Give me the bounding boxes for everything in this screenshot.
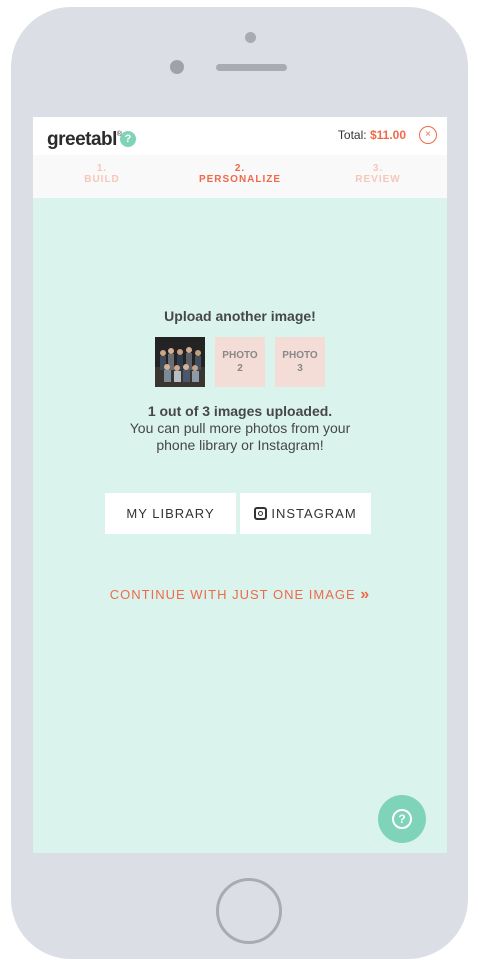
help-icon[interactable]: ? <box>120 131 136 147</box>
sensor-lens <box>170 60 184 74</box>
continue-one-image-link[interactable]: CONTINUE WITH JUST ONE IMAGE » <box>33 586 447 604</box>
upload-count: 1 out of 3 images uploaded. <box>147 403 333 419</box>
instagram-icon <box>254 507 268 520</box>
tab-personalize[interactable]: 2. PERSONALIZE <box>171 163 309 185</box>
photo-slot-2[interactable]: PHOTO 2 <box>215 337 265 387</box>
help-chat-button[interactable]: ? <box>378 795 426 843</box>
photo-slot-3[interactable]: PHOTO 3 <box>275 337 325 387</box>
close-icon[interactable]: × <box>419 126 437 144</box>
home-button[interactable] <box>216 878 282 944</box>
question-icon: ? <box>392 809 412 829</box>
upload-heading: Upload another image! <box>164 308 316 324</box>
total-amount: $11.00 <box>369 128 406 142</box>
greetabl-logo[interactable]: greetabl® <box>47 129 122 151</box>
top-bar: greetabl® ? Total: $11.00 × <box>33 117 447 155</box>
tab-build[interactable]: 1. BUILD <box>33 163 171 185</box>
tab-review[interactable]: 3. REVIEW <box>309 163 447 185</box>
upload-hint-line1: You can pull more photos from your <box>129 420 351 436</box>
upload-status: 1 out of 3 images uploaded. You can pull… <box>33 403 447 454</box>
uploaded-photo-thumbnail[interactable] <box>155 337 205 387</box>
app-screen: greetabl® ? Total: $11.00 × 1. BUILD 2. PE… <box>33 117 447 853</box>
instagram-button[interactable]: INSTAGRAM <box>240 493 371 534</box>
earpiece-speaker <box>216 64 287 71</box>
front-camera <box>245 32 256 43</box>
step-tabs: 1. BUILD 2. PERSONALIZE 3. REVIEW <box>33 155 447 198</box>
double-chevron-right-icon: » <box>360 586 371 603</box>
total-label: Total: <box>337 128 367 142</box>
my-library-button[interactable]: MY LIBRARY <box>105 493 236 534</box>
order-total: Total: $11.00 <box>338 128 406 142</box>
upload-hint-line2: phone library or Instagram! <box>156 437 324 453</box>
